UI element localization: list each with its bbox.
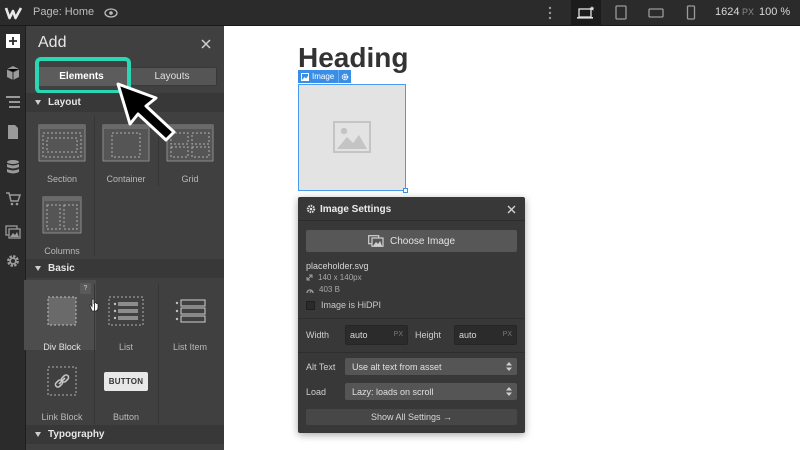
left-toolbar [0,26,26,450]
add-panel-title: Add [38,34,67,51]
navigator-icon[interactable] [0,89,26,115]
image-settings-popup: Image Settings Choose Image placeholder.… [298,197,525,433]
preview-eye-icon[interactable] [104,6,118,20]
element-label: List [118,342,133,352]
image-element[interactable] [298,84,406,191]
popup-title: Image Settings [320,204,392,215]
height-unit[interactable]: PX [503,331,512,338]
hidpi-checkbox[interactable] [306,300,315,310]
list-item-icon [158,288,222,334]
width-input[interactable]: auto PX [345,325,408,345]
chevron-down-icon [35,432,41,437]
help-badge[interactable]: ? [80,283,91,294]
more-menu-icon[interactable] [547,6,553,20]
divider [298,352,525,353]
tile-divider [94,284,95,424]
button-chip: BUTTON [104,371,148,391]
section-label: Layout [48,97,81,108]
pointer-arrow-icon [112,80,182,142]
load-select[interactable]: Lazy: loads on scroll [345,383,517,400]
divider [298,318,525,319]
mobile-landscape-breakpoint-icon[interactable] [641,0,671,26]
section-label: Typography [48,429,105,440]
link-block-icon [30,358,94,404]
chevron-down-icon [35,100,41,105]
settings-gear-icon[interactable] [0,248,26,274]
page-selector[interactable]: Page: Home [33,6,94,18]
assets-images-icon[interactable] [0,218,26,244]
canvas-width-unit: PX [742,7,755,17]
load-label: Load [306,387,327,397]
element-label: Link Block [41,412,83,422]
close-icon[interactable] [200,38,212,50]
height-label: Height [415,330,442,340]
element-label: Columns [44,246,80,256]
select-arrows-icon [506,362,512,371]
resize-icon [306,274,313,281]
section-label: Basic [48,263,75,274]
hidpi-label: Image is HiDPI [321,300,382,310]
add-panel-icon[interactable] [0,28,26,54]
width-unit[interactable]: PX [394,331,403,338]
images-icon [368,235,384,247]
list-icon [94,288,158,334]
choose-image-label: Choose Image [389,235,456,247]
element-label: Section [46,174,78,184]
div-block-icon [30,288,94,334]
select-arrows-icon [506,387,512,396]
symbols-cube-icon[interactable] [0,60,26,86]
element-label: Container [106,174,146,184]
image-placeholder-icon [333,121,371,153]
selected-element-tag[interactable]: Image [298,70,352,83]
section-icon [30,120,94,166]
section-header-typography[interactable]: Typography [26,425,224,444]
pages-icon[interactable] [0,119,26,145]
alt-text-label: Alt Text [306,362,336,372]
resize-handle[interactable] [403,188,408,193]
hidpi-checkbox-row[interactable]: Image is HiDPI [306,300,381,310]
gauge-icon [306,288,314,293]
choose-image-button[interactable]: Choose Image [306,230,517,252]
canvas-width-value[interactable]: 1624 [715,6,739,18]
show-all-settings-button[interactable]: Show All Settings → [306,409,517,425]
element-label: Button [112,412,140,422]
popup-header: Image Settings [298,197,525,221]
image-dimensions: 140 x 140px [306,273,362,282]
tablet-breakpoint-icon[interactable] [606,0,636,26]
height-input[interactable]: auto PX [454,325,517,345]
element-label: Div Block [43,342,81,352]
desktop-base-breakpoint-icon[interactable] [571,0,601,26]
close-icon[interactable] [507,205,516,214]
element-settings-gear-icon[interactable] [338,70,351,83]
cms-database-icon[interactable] [0,154,26,180]
element-label: Grid [181,174,199,184]
zoom-level[interactable]: 100 % [759,6,790,18]
gear-icon [306,204,316,214]
image-file-name: placeholder.svg [306,261,369,271]
image-file-size: 403 B [306,285,340,294]
width-label: Width [306,330,330,340]
top-bar: Page: Home 1624 PX 100 % [0,0,800,26]
webflow-logo-icon[interactable] [4,3,24,23]
ecommerce-cart-icon[interactable] [0,186,26,212]
selected-element-label: Image [312,72,335,81]
chevron-down-icon [35,266,41,271]
tile-divider [158,284,159,424]
columns-icon [30,192,94,238]
button-icon: BUTTON [94,358,158,404]
element-label: List Item [172,342,207,352]
tile-divider [94,116,95,256]
alt-text-select[interactable]: Use alt text from asset [345,358,517,375]
mobile-portrait-breakpoint-icon[interactable] [676,0,706,26]
image-icon [301,72,309,81]
section-header-basic[interactable]: Basic [26,259,224,278]
